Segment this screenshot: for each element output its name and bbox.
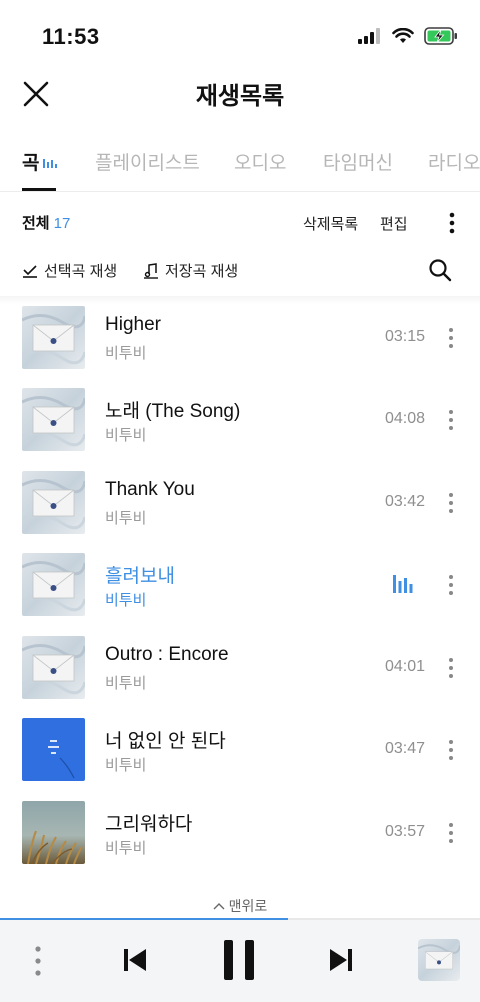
song-artist: 비투비 <box>105 510 147 527</box>
now-playing-equalizer-icon <box>393 575 413 593</box>
song-duration: 03:57 <box>384 823 425 840</box>
status-time: 11:53 <box>42 24 100 49</box>
song-artist: 비투비 <box>105 592 147 609</box>
song-artist: 비투비 <box>105 675 147 692</box>
status-icons <box>358 27 458 45</box>
player-menu-icon[interactable] <box>34 944 42 978</box>
song-row[interactable]: 그리워하다 비투비 03:57 <box>0 801 480 881</box>
next-track-icon[interactable] <box>328 946 354 974</box>
song-duration: 03:47 <box>384 740 425 757</box>
song-title: 흘려보내 <box>105 566 175 587</box>
pause-icon[interactable] <box>222 938 256 982</box>
song-artist: 비투비 <box>105 345 147 362</box>
song-more-icon[interactable] <box>448 821 454 845</box>
play-selected-button[interactable]: 선택곡 재생 <box>22 260 117 281</box>
tab-playlist[interactable]: 플레이리스트 <box>95 148 200 175</box>
song-title: Higher <box>105 314 161 335</box>
total-count: 17 <box>53 215 71 232</box>
song-row[interactable]: Outro : Encore 비투비 04:01 <box>0 636 480 716</box>
play-saved-button[interactable]: 저장곡 재생 <box>143 260 238 281</box>
song-artist: 비투비 <box>105 427 147 444</box>
album-cover <box>22 801 85 864</box>
total-text: 전체 <box>22 215 50 232</box>
active-tab-indicator <box>22 188 56 191</box>
battery-charging-icon <box>424 27 457 45</box>
song-duration: 04:08 <box>384 410 425 427</box>
tab-timemachine[interactable]: 타임머신 <box>323 148 393 175</box>
song-more-icon[interactable] <box>448 326 454 350</box>
song-more-icon[interactable] <box>448 656 454 680</box>
album-cover <box>22 553 85 616</box>
mini-player <box>0 920 480 1002</box>
tab-radio[interactable]: 라디오 <box>428 148 480 175</box>
album-cover <box>22 636 85 699</box>
song-row[interactable]: 노래 (The Song) 비투비 04:08 <box>0 388 480 468</box>
song-title: Thank You <box>105 479 195 500</box>
more-options-icon[interactable] <box>448 211 456 235</box>
song-title: 너 없인 안 된다 <box>105 731 226 752</box>
play-saved-label: 저장곡 재생 <box>165 263 239 280</box>
song-duration: 03:42 <box>384 493 425 510</box>
scroll-to-top-button[interactable]: 맨위로 <box>0 896 480 916</box>
album-cover <box>22 471 85 534</box>
page-title: 재생목록 <box>195 83 285 110</box>
song-artist: 비투비 <box>105 757 147 774</box>
song-row[interactable]: Thank You 비투비 03:42 <box>0 471 480 551</box>
tab-bar: 곡 플레이리스트 오디오 타임머신 라디오 <box>0 140 480 192</box>
search-icon[interactable] <box>428 258 452 282</box>
scroll-to-top-label: 맨위로 <box>228 898 268 914</box>
tab-songs-label: 곡 <box>22 153 40 174</box>
status-bar: 11:53 <box>0 0 480 70</box>
song-artist: 비투비 <box>105 840 147 857</box>
song-title: 그리워하다 <box>105 814 193 835</box>
song-row[interactable]: 너 없인 안 된다 비투비 03:47 <box>0 718 480 798</box>
tab-songs[interactable]: 곡 <box>22 148 59 175</box>
album-cover <box>22 388 85 451</box>
now-playing-cover[interactable] <box>418 939 460 981</box>
song-duration: 04:01 <box>384 658 425 675</box>
play-options: 선택곡 재생 저장곡 재생 <box>0 252 480 288</box>
deleted-list-button[interactable]: 삭제목록 <box>303 213 358 234</box>
song-more-icon[interactable] <box>448 573 454 597</box>
tab-audio[interactable]: 오디오 <box>234 148 286 175</box>
cellular-signal-icon <box>358 28 380 44</box>
album-cover <box>22 718 85 781</box>
chevron-up-icon <box>213 903 225 910</box>
album-cover <box>22 306 85 369</box>
song-more-icon[interactable] <box>448 408 454 432</box>
previous-track-icon[interactable] <box>122 946 148 974</box>
song-row-now-playing[interactable]: 흘려보내 비투비 <box>0 553 480 633</box>
list-divider <box>0 296 480 304</box>
nav-bar: 재생목록 <box>0 70 480 120</box>
music-note-icon <box>144 262 158 279</box>
song-duration: 03:15 <box>384 328 425 345</box>
equalizer-icon <box>43 158 58 168</box>
edit-button[interactable]: 편집 <box>380 213 408 234</box>
song-row[interactable]: Higher 비투비 03:15 <box>0 306 480 386</box>
song-more-icon[interactable] <box>448 738 454 762</box>
wifi-icon <box>392 28 414 43</box>
song-title: Outro : Encore <box>105 644 229 665</box>
play-selected-label: 선택곡 재생 <box>44 263 118 280</box>
song-title: 노래 (The Song) <box>105 401 241 422</box>
total-label: 전체 17 <box>22 212 70 233</box>
song-more-icon[interactable] <box>448 491 454 515</box>
list-header: 전체 17 삭제목록 편집 <box>0 205 480 239</box>
check-play-icon <box>23 264 37 278</box>
